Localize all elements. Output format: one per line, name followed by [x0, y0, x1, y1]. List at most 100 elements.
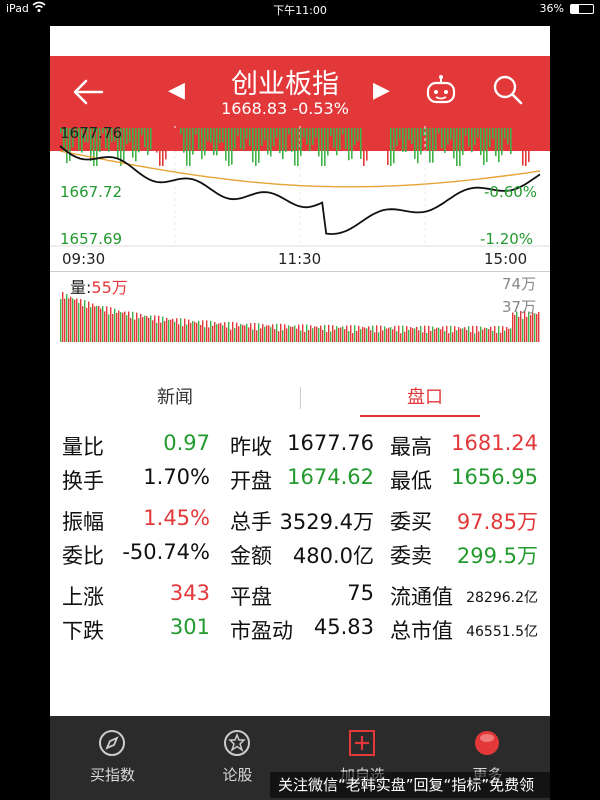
status-bar: iPad 下午11:00 36%: [0, 0, 600, 18]
diff-bar: [429, 128, 431, 163]
diff-bar: [507, 128, 509, 145]
diff-bar: [123, 128, 125, 161]
stat-value: 45.83: [313, 615, 374, 639]
volume-bar: [372, 325, 374, 342]
diff-bar: [297, 128, 299, 166]
tab-pankou[interactable]: 盘口: [300, 381, 550, 421]
diff-bar: [228, 128, 230, 166]
diff-bar: [129, 128, 131, 143]
stat-value: 301: [169, 615, 210, 639]
volume-bar: [390, 327, 392, 342]
volume-bar: [514, 314, 516, 342]
volume-bar: [198, 320, 200, 342]
volume-bar: [306, 324, 308, 342]
volume-bar: [314, 326, 316, 342]
diff-bar: [342, 128, 344, 135]
volume-bar: [534, 313, 536, 342]
tab-pankou-label: 盘口: [407, 387, 443, 408]
stat-value: 1677.76: [287, 431, 374, 455]
volume-bar: [412, 328, 414, 342]
volume-bar: [92, 303, 94, 342]
stats-row: 委比 -50.74% 金额 480.0亿 委卖 299.5万: [50, 540, 550, 574]
diff-bar: [525, 128, 527, 166]
volume-bar: [436, 327, 438, 342]
diff-bar: [174, 128, 176, 152]
volume-bar: [388, 327, 390, 342]
diff-bar: [198, 128, 200, 150]
diff-bar: [201, 128, 203, 160]
volume-bar: [490, 326, 492, 342]
diff-bar: [183, 128, 185, 153]
tab-news-label: 新闻: [157, 387, 193, 408]
volume-bar: [96, 305, 98, 342]
nav-buy-index[interactable]: 买指数: [50, 716, 175, 800]
volume-bar: [384, 326, 386, 342]
volume-bar: [262, 324, 264, 342]
volume-bar: [376, 325, 378, 342]
volume-bar: [176, 318, 178, 342]
volume-bar: [104, 311, 106, 342]
next-index-icon[interactable]: ▶: [373, 78, 390, 103]
diff-bar: [453, 128, 455, 159]
volume-bar: [112, 314, 114, 342]
volume-bar: [128, 311, 130, 342]
diff-bar: [348, 128, 350, 161]
diff-bar: [462, 128, 464, 156]
volume-bar: [324, 324, 326, 342]
intraday-chart[interactable]: 1677.76 1667.72 1657.69 -0.60% -1.20% 09…: [50, 124, 550, 271]
volume-bar: [300, 330, 302, 342]
diff-bar: [282, 128, 284, 160]
volume-bar: [362, 326, 364, 342]
volume-bar: [160, 322, 162, 342]
volume-bar: [496, 332, 498, 342]
time-close-label: 15:00: [484, 250, 528, 268]
volume-bar: [526, 316, 528, 342]
tab-news[interactable]: 新闻: [50, 381, 300, 421]
robot-assistant-icon[interactable]: [424, 74, 458, 108]
volume-bar: [126, 315, 128, 342]
volume-bar: [122, 312, 124, 342]
volume-bar: [142, 317, 144, 342]
stats-row: 换手 1.70% 开盘 1674.62 最低 1656.95: [50, 465, 550, 499]
volume-bar: [292, 326, 294, 342]
volume-chart[interactable]: 量:55万 74万 37万: [50, 271, 550, 346]
volume-bar: [272, 324, 274, 342]
volume-bar: [296, 328, 298, 342]
stats-row: 下跌 301 市盈动 45.83 总市值 46551.5亿: [50, 615, 550, 649]
back-arrow-icon[interactable]: [68, 72, 108, 112]
volume-bar: [474, 333, 476, 342]
volume-bar: [136, 312, 138, 342]
diff-bar: [162, 128, 164, 166]
volume-bar: [182, 326, 184, 342]
volume-bar: [408, 329, 410, 342]
volume-bar: [502, 326, 504, 342]
diff-bar: [408, 128, 410, 141]
battery-icon: [570, 4, 594, 14]
diff-bar: [516, 128, 518, 137]
volume-bar: [134, 319, 136, 342]
search-icon[interactable]: [490, 72, 526, 108]
y-high-label: 1677.76: [60, 124, 123, 142]
volume-bar: [538, 312, 540, 342]
diff-bar: [474, 128, 476, 145]
volume-bar: [368, 326, 370, 342]
diff-bar: [510, 128, 512, 155]
volume-bar: [414, 328, 416, 342]
volume-bar: [280, 323, 282, 342]
volume-bar: [78, 302, 80, 342]
stat-label: 昨收: [230, 435, 272, 459]
volume-bar: [156, 322, 158, 342]
volume-bar: [530, 314, 532, 342]
volume-bar: [456, 330, 458, 342]
stat-label: 总市值: [390, 619, 453, 643]
volume-bar: [116, 312, 118, 342]
volume-bar: [226, 327, 228, 342]
volume-half-label: 37万: [502, 298, 537, 316]
volume-bar: [82, 306, 84, 342]
volume-bar: [238, 326, 240, 342]
stat-label: 换手: [62, 469, 104, 493]
volume-bar: [442, 326, 444, 342]
volume-bar: [60, 299, 62, 342]
volume-bar: [462, 328, 464, 342]
diff-bar: [171, 128, 173, 143]
